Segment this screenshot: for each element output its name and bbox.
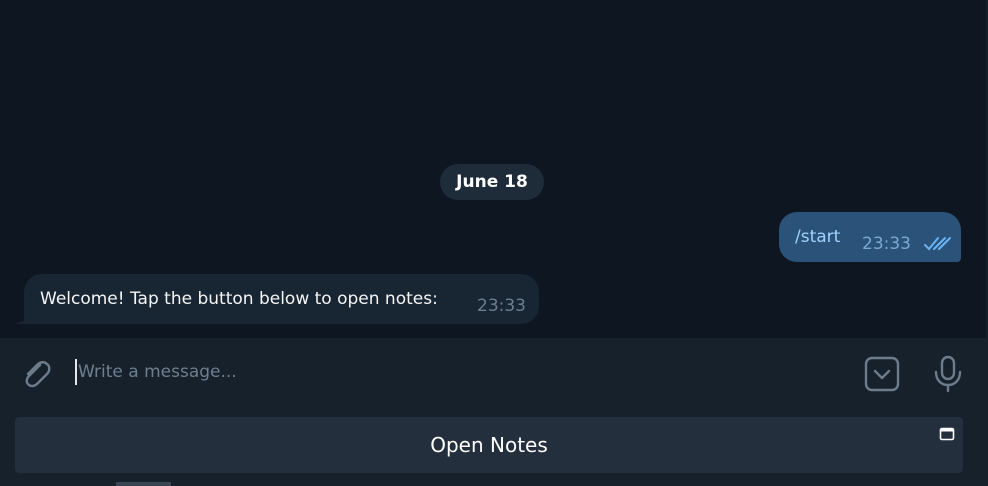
open-notes-label: Open Notes	[430, 433, 548, 457]
paperclip-icon[interactable]	[18, 356, 54, 392]
sticker-icon[interactable]	[863, 355, 901, 393]
microphone-icon[interactable]	[930, 354, 966, 394]
open-notes-button[interactable]: Open Notes	[15, 417, 963, 473]
message-text: /start	[795, 227, 841, 247]
message-input[interactable]	[78, 356, 838, 388]
message-time: 23:33	[477, 296, 526, 316]
date-separator: June 18	[440, 164, 544, 200]
bubble-tail	[14, 306, 32, 324]
double-check-icon	[924, 237, 951, 251]
message-time: 23:33	[862, 234, 911, 254]
bottom-scroll-indicator	[116, 482, 171, 486]
window-icon	[939, 427, 955, 441]
text-caret	[75, 359, 77, 385]
incoming-message[interactable]: Welcome! Tap the button below to open no…	[14, 274, 539, 324]
telegram-chat-window: June 18 /start 23:33 Welcome! Tap the bu…	[0, 0, 988, 486]
message-composer: Open Notes	[0, 338, 986, 486]
outgoing-message[interactable]: /start 23:33	[779, 212, 961, 262]
message-text: Welcome! Tap the button below to open no…	[40, 289, 438, 309]
